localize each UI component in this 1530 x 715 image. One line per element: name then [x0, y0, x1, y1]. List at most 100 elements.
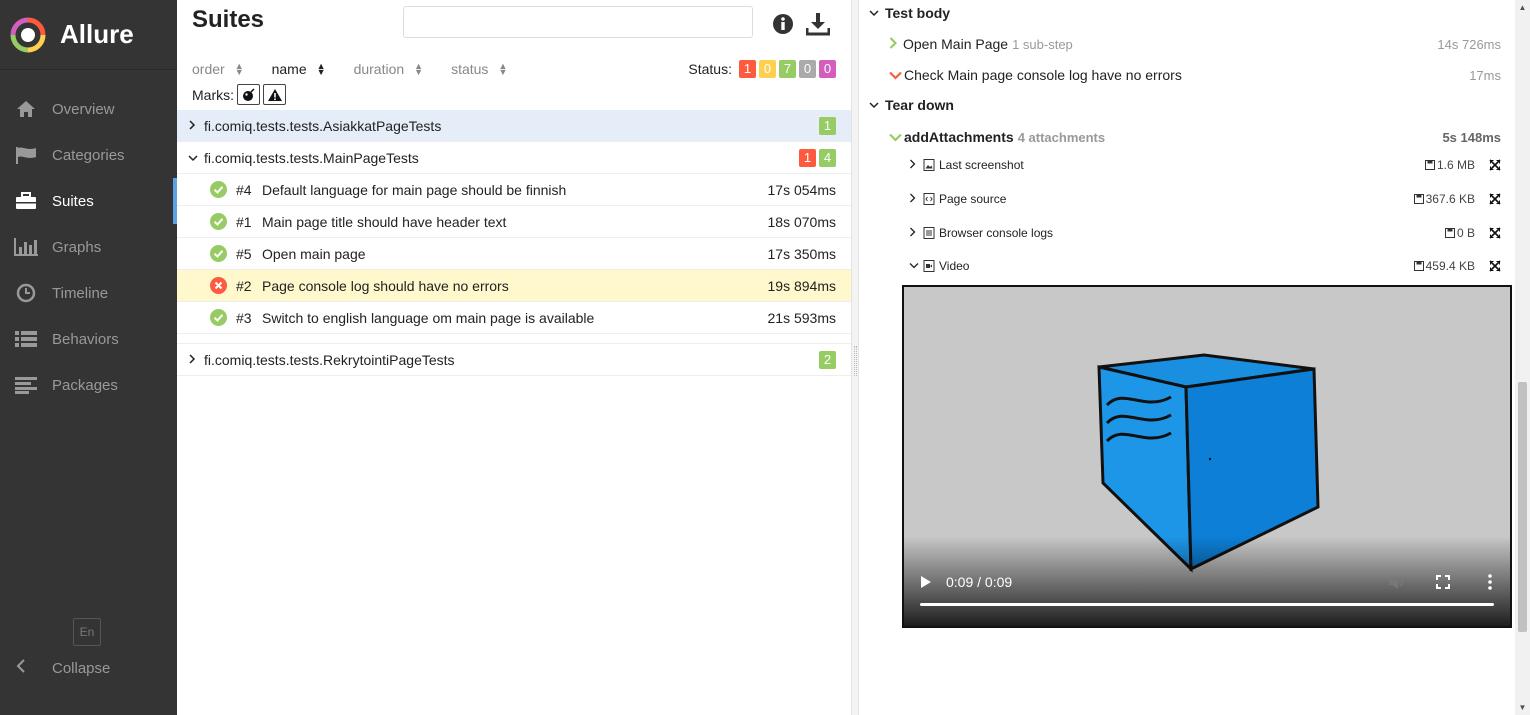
attachment-row[interactable]: Last screenshot 1.6 MB: [909, 156, 1501, 174]
play-icon[interactable]: [920, 575, 932, 589]
video-file-icon: [923, 260, 935, 272]
sort-by-order[interactable]: order ▲ ▼: [192, 61, 244, 77]
attachment-name: Video: [939, 259, 970, 273]
briefcase-icon: [14, 191, 38, 211]
step-row[interactable]: Check Main page console log have no erro…: [889, 65, 1501, 85]
test-order: #4: [236, 181, 252, 198]
suite-group[interactable]: fi.comiq.tests.tests.MainPageTests 1 4: [177, 142, 851, 174]
step-name: Check Main page console log have no erro…: [904, 67, 1182, 83]
expand-icon[interactable]: [1489, 227, 1501, 239]
sidebar-item-behaviors[interactable]: Behaviors: [0, 316, 177, 362]
collapse-button[interactable]: Collapse: [0, 650, 110, 686]
test-row[interactable]: #5 Open main page 17s 350ms: [177, 238, 851, 270]
attachment-name: Last screenshot: [939, 158, 1024, 172]
status-filter-broken[interactable]: 0: [759, 60, 776, 78]
test-duration: 19s 894ms: [767, 277, 836, 294]
save-icon: [1413, 194, 1424, 204]
test-row[interactable]: #4 Default language for main page should…: [177, 174, 851, 206]
allure-logo-icon: [10, 17, 46, 52]
status-label: Status:: [688, 61, 732, 77]
sort-by-status[interactable]: status ▲ ▼: [451, 61, 507, 77]
chevron-down-icon: [869, 6, 883, 20]
scroll-thumb[interactable]: [1518, 382, 1527, 632]
failed-icon: [210, 277, 227, 294]
attachment-row[interactable]: Page source 367.6 KB: [909, 190, 1501, 208]
sort-by-duration[interactable]: duration ▲ ▼: [354, 61, 424, 77]
suites-tree: fi.comiq.tests.tests.AsiakkatPageTests 1…: [177, 110, 851, 376]
video-progress-bar[interactable]: [920, 603, 1494, 606]
fullscreen-icon[interactable]: [1436, 575, 1450, 589]
attachment-size-value: 0 B: [1456, 226, 1475, 240]
suite-group[interactable]: fi.comiq.tests.tests.RekrytointiPageTest…: [177, 344, 851, 376]
sidebar-item-timeline[interactable]: Timeline: [0, 270, 177, 316]
attachment-name: Browser console logs: [939, 226, 1054, 240]
expand-icon[interactable]: [1489, 159, 1501, 171]
video-player[interactable]: 0:09 / 0:09: [902, 285, 1512, 628]
sidebar-item-label: Suites: [52, 192, 94, 210]
scroll-down-icon[interactable]: ▼: [1515, 700, 1530, 715]
sidebar-item-packages[interactable]: Packages: [0, 362, 177, 408]
passed-icon: [210, 181, 227, 198]
section-title: Tear down: [885, 97, 954, 113]
mute-icon[interactable]: [1388, 574, 1406, 590]
step-attachment-count: 4 attachments: [1017, 129, 1106, 145]
download-icon[interactable]: [806, 12, 830, 36]
attachment-size-value: 459.4 KB: [1425, 259, 1475, 273]
test-name: Page console log should have no errors: [262, 277, 509, 294]
suites-header: Suites: [177, 0, 851, 54]
scroll-up-icon[interactable]: ▲: [1515, 0, 1530, 15]
new-failed-mark-toggle[interactable]: [263, 84, 286, 105]
status-filter-unknown[interactable]: 0: [819, 60, 836, 78]
attachment-row[interactable]: Video 459.4 KB: [909, 257, 1501, 275]
test-row[interactable]: #3 Switch to english language om main pa…: [177, 302, 851, 334]
test-duration: 21s 593ms: [767, 309, 836, 326]
marks-label: Marks:: [192, 86, 234, 103]
sidebar-item-categories[interactable]: Categories: [0, 132, 177, 178]
search-input[interactable]: [403, 6, 753, 38]
sidebar-item-suites[interactable]: Suites: [0, 178, 177, 224]
passed-icon: [210, 213, 227, 230]
status-filter-failed[interactable]: 1: [739, 60, 756, 78]
test-order: #5: [236, 245, 252, 262]
sort-name-label: name: [271, 61, 307, 77]
test-name: Main page title should have header text: [262, 213, 507, 230]
test-order: #1: [236, 213, 252, 230]
align-left-icon: [14, 375, 38, 395]
save-icon: [1424, 160, 1435, 170]
scrollbar[interactable]: ▲ ▼: [1515, 0, 1530, 715]
sidebar-item-overview[interactable]: Overview: [0, 86, 177, 132]
text-file-icon: [923, 227, 935, 239]
sidebar-item-label: Packages: [52, 376, 118, 394]
test-body-section[interactable]: Test body: [869, 5, 950, 21]
attachment-size: 1.6 MB: [1424, 158, 1475, 172]
sort-by-name[interactable]: name ▲ ▼: [272, 61, 326, 77]
tear-down-section[interactable]: Tear down: [869, 97, 954, 113]
expand-icon[interactable]: [1489, 260, 1501, 272]
sort-icon: ▲ ▼: [234, 61, 244, 77]
test-row[interactable]: #1 Main page title should have header te…: [177, 206, 851, 238]
flaky-mark-toggle[interactable]: [237, 84, 260, 105]
passed-icon: [210, 245, 227, 262]
attachment-size: 367.6 KB: [1413, 192, 1475, 206]
teardown-step-row[interactable]: addAttachments 4 attachments 5s 148ms: [889, 127, 1501, 147]
step-substeps: 1 sub-step: [1012, 36, 1073, 52]
expand-icon[interactable]: [1489, 193, 1501, 205]
test-duration: 17s 350ms: [767, 245, 836, 262]
status-filter-skipped[interactable]: 0: [799, 60, 816, 78]
sidebar-item-graphs[interactable]: Graphs: [0, 224, 177, 270]
pane-splitter[interactable]: [851, 0, 859, 715]
status-filter-passed[interactable]: 7: [779, 60, 796, 78]
info-icon[interactable]: [771, 12, 795, 36]
sidebar-item-label: Timeline: [52, 284, 109, 302]
language-button[interactable]: En: [73, 618, 101, 646]
home-icon: [14, 99, 38, 119]
more-options-icon[interactable]: [1488, 574, 1492, 590]
attachment-row[interactable]: Browser console logs 0 B: [909, 224, 1501, 242]
video-time: 0:09 / 0:09: [946, 574, 1013, 590]
section-title: Test body: [885, 5, 951, 21]
brand[interactable]: Allure: [0, 0, 177, 70]
step-row[interactable]: Open Main Page 1 sub-step 14s 726ms: [889, 34, 1501, 54]
test-row[interactable]: #2 Page console log should have no error…: [177, 270, 851, 302]
chevron-right-icon: [188, 353, 202, 367]
suite-group[interactable]: fi.comiq.tests.tests.AsiakkatPageTests 1: [177, 110, 851, 142]
